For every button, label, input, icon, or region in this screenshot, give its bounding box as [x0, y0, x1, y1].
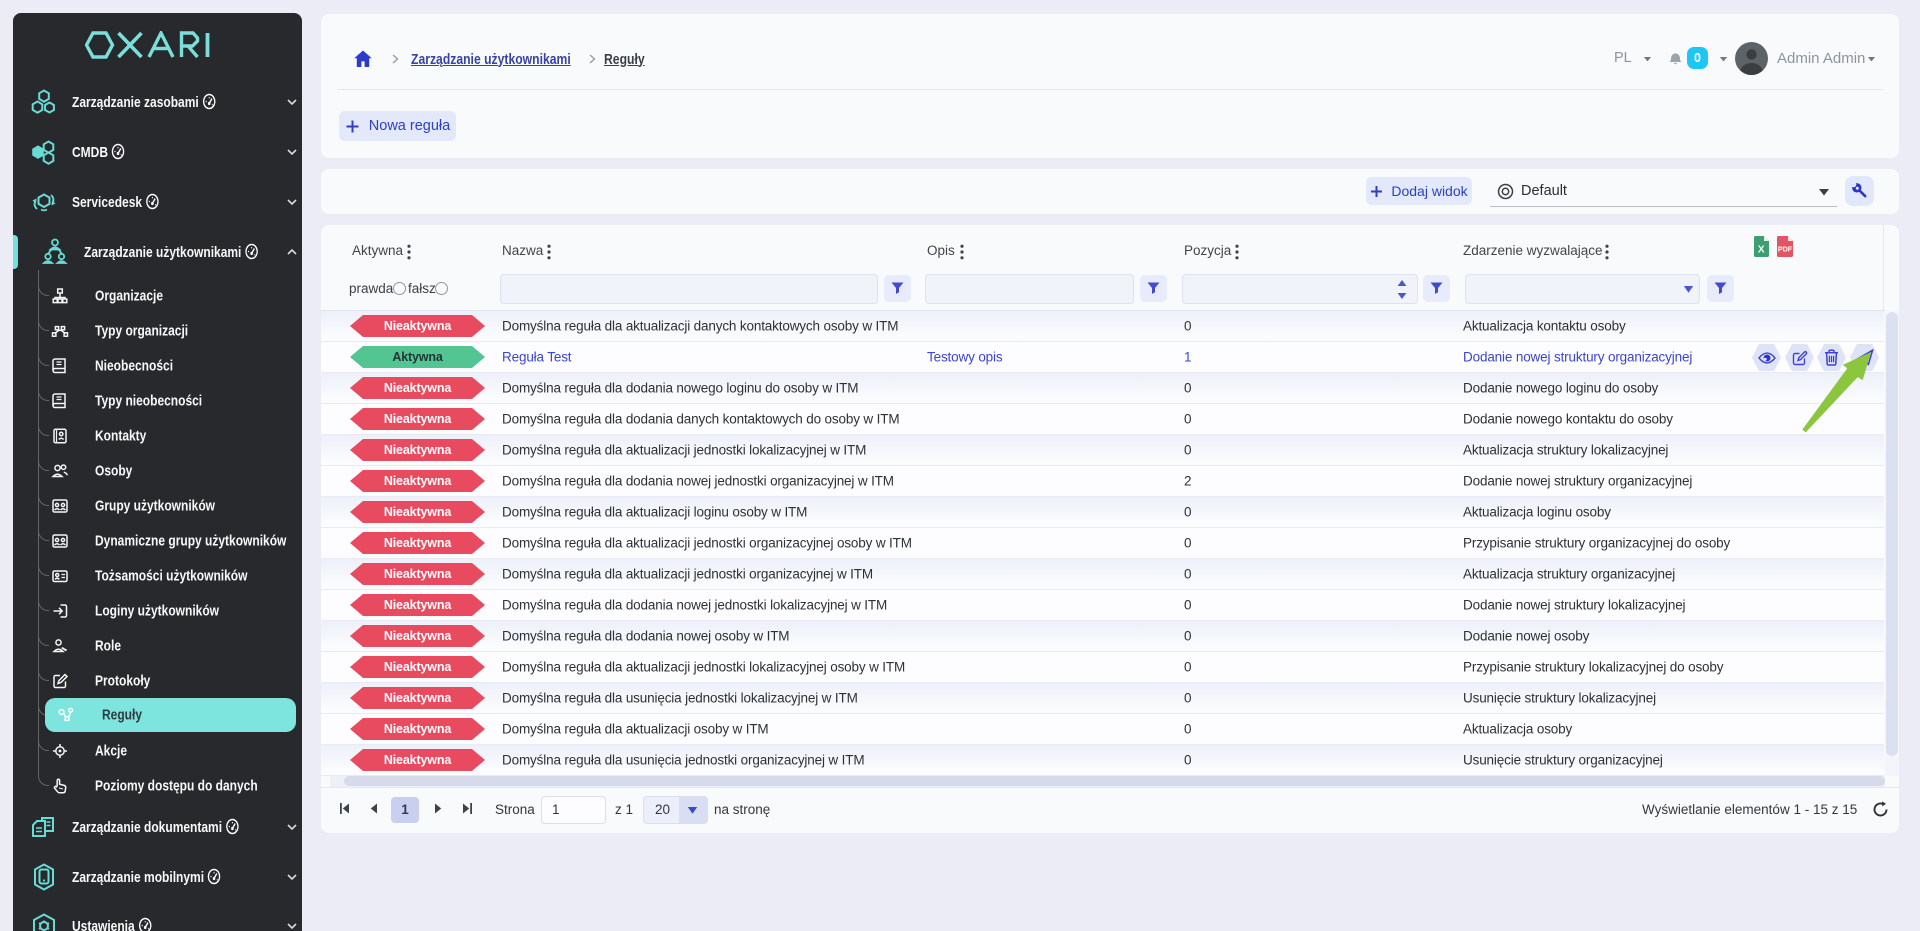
svg-text:X: X: [1758, 245, 1765, 256]
svg-text:PDF: PDF: [1778, 245, 1793, 254]
